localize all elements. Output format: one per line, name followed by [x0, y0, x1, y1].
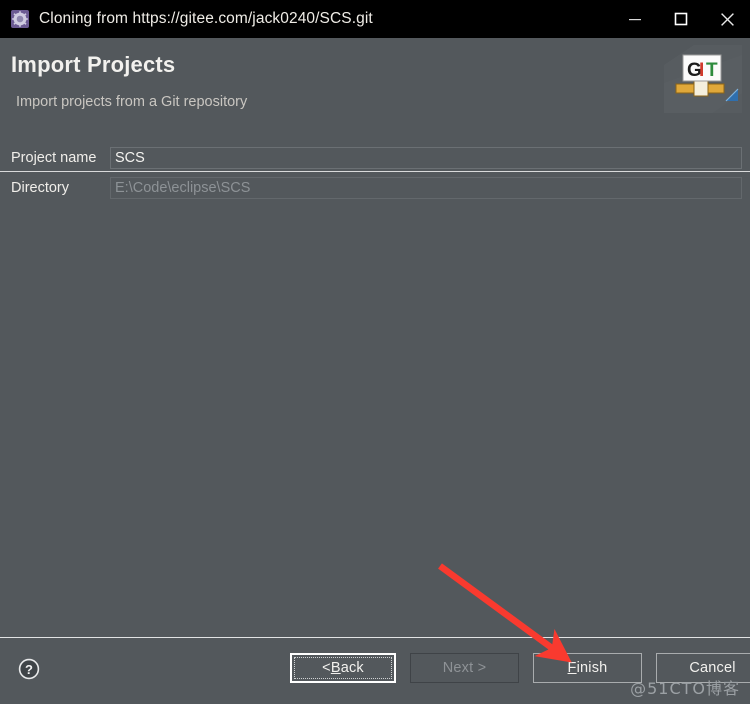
- watermark: @51CTO博客: [630, 679, 740, 698]
- finish-button[interactable]: Finish: [533, 653, 642, 683]
- directory-label: Directory: [11, 180, 70, 196]
- dialog-header: Import Projects Import projects from a G…: [0, 38, 750, 172]
- question-mark-icon[interactable]: ?: [18, 658, 40, 680]
- header-separator: [0, 171, 750, 172]
- project-name-label: Project name: [11, 150, 97, 166]
- back-button[interactable]: < Back: [290, 653, 396, 683]
- back-button-label: ack: [340, 660, 364, 676]
- page-subtitle: Import projects from a Git repository: [16, 94, 248, 110]
- window-controls: [612, 0, 750, 38]
- git-letter-t: T: [706, 60, 718, 81]
- close-icon[interactable]: [704, 0, 750, 38]
- cancel-button-label: Cancel: [689, 660, 736, 676]
- finish-button-label: inish: [576, 660, 608, 676]
- next-button: Next >: [410, 653, 519, 683]
- back-button-prefix: <: [322, 660, 331, 676]
- maximize-icon[interactable]: [658, 0, 704, 38]
- git-letter-i: I: [699, 60, 704, 81]
- gear-icon: [11, 10, 29, 28]
- window-titlebar: Cloning from https://gitee.com/jack0240/…: [0, 0, 750, 38]
- page-title: Import Projects: [11, 52, 176, 77]
- git-banner-logo: G I T: [664, 43, 742, 115]
- directory-row: Directory: [0, 176, 750, 200]
- project-name-row: Project name: [0, 146, 750, 170]
- next-button-label: Next >: [442, 660, 487, 676]
- back-button-mnemonic: B: [330, 660, 341, 676]
- minimize-icon[interactable]: [612, 0, 658, 38]
- finish-button-mnemonic: F: [567, 660, 577, 676]
- project-name-input[interactable]: [110, 147, 742, 169]
- svg-text:?: ?: [25, 662, 33, 677]
- directory-input: [110, 177, 742, 199]
- window-title: Cloning from https://gitee.com/jack0240/…: [39, 10, 373, 27]
- import-projects-dialog: Cloning from https://gitee.com/jack0240/…: [0, 0, 750, 704]
